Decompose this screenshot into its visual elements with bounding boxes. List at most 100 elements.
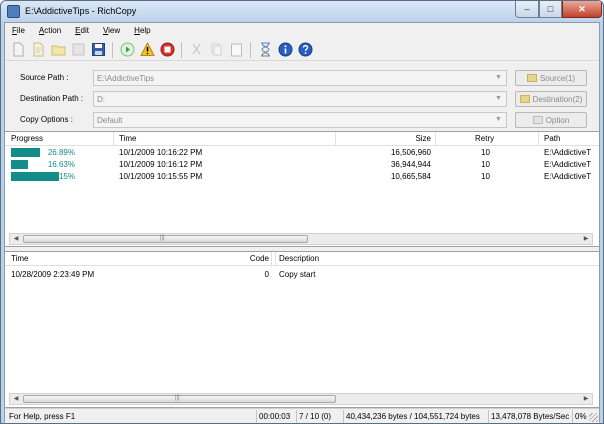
menu-view[interactable]: View xyxy=(96,23,127,39)
row-time: 10/1/2009 10:16:12 PM xyxy=(119,160,203,169)
column-size[interactable]: Size xyxy=(405,134,431,143)
column-retry[interactable]: Retry xyxy=(475,134,494,143)
status-percent: 0% xyxy=(572,410,589,423)
status-bytes: 40,434,236 bytes / 104,551,724 bytes xyxy=(343,410,482,423)
cut-icon[interactable] xyxy=(187,41,205,59)
option-button[interactable]: Option xyxy=(515,112,587,128)
column-time[interactable]: Time xyxy=(11,254,28,263)
toolbar xyxy=(5,39,599,61)
file-list-hscrollbar[interactable]: ◀ ||| ▶ xyxy=(9,233,593,245)
log-list-hscrollbar[interactable]: ◀ ||| ▶ xyxy=(9,393,593,405)
menu-action[interactable]: Action xyxy=(32,23,68,39)
menu-file[interactable]: File xyxy=(5,23,32,39)
folder-icon[interactable] xyxy=(49,41,67,59)
column-divider[interactable] xyxy=(435,132,436,146)
log-list[interactable]: Time Code Description 10/28/2009 2:23:49… xyxy=(5,251,599,408)
column-divider[interactable] xyxy=(113,132,114,146)
copy-options-row: Copy Options : Default ▼ Option xyxy=(5,112,599,129)
column-divider[interactable] xyxy=(538,132,539,146)
column-divider[interactable] xyxy=(271,252,272,266)
paste-icon[interactable] xyxy=(227,41,245,59)
row-time: 10/1/2009 10:15:55 PM xyxy=(119,172,203,181)
log-description: Copy start xyxy=(279,270,316,279)
log-list-header: Time Code Description xyxy=(5,252,599,266)
client-area: File Action Edit View Help Source Path:… xyxy=(4,22,600,423)
status-rate: 13,478,078 Bytes/Sec xyxy=(488,410,571,423)
copy-options-value: Default xyxy=(97,116,123,125)
menu-help[interactable]: Help xyxy=(127,23,157,39)
row-retry: 10 xyxy=(481,148,490,157)
scroll-left-icon[interactable]: ◀ xyxy=(10,394,22,404)
scroll-left-icon[interactable]: ◀ xyxy=(10,234,22,244)
scroll-right-icon[interactable]: ▶ xyxy=(580,394,592,404)
column-code[interactable]: Code xyxy=(245,254,269,263)
log-time: 10/28/2009 2:23:49 PM xyxy=(11,270,95,279)
log-code: 0 xyxy=(264,270,269,279)
file-list-header: Progress Time Size Retry Path xyxy=(5,132,599,146)
source-button[interactable]: Source(1) xyxy=(515,70,587,86)
open-icon[interactable] xyxy=(29,41,47,59)
destination-path-value: D: xyxy=(97,95,105,104)
progress-percent: 49.15% xyxy=(47,172,75,181)
destination-button[interactable]: Destination(2) xyxy=(515,91,587,107)
table-row[interactable]: 16.63% 10/1/2009 10:16:12 PM 36,944,944 … xyxy=(5,159,599,170)
status-help: For Help, press F1 xyxy=(9,412,76,421)
table-row[interactable]: 10/28/2009 2:23:49 PM 0 Copy start xyxy=(5,269,599,280)
table-row[interactable]: 49.15% 10/1/2009 10:15:55 PM 10,665,584 … xyxy=(5,171,599,182)
start-icon[interactable] xyxy=(118,41,136,59)
title-bar[interactable]: E:\AddictiveTips - RichCopy – □ ✕ xyxy=(1,1,603,22)
copy-options-label: Copy Options : xyxy=(20,115,73,124)
column-divider[interactable] xyxy=(335,132,336,146)
folder-icon xyxy=(519,95,530,103)
close-button[interactable]: ✕ xyxy=(562,1,602,18)
column-description[interactable]: Description xyxy=(279,254,319,263)
menu-edit[interactable]: Edit xyxy=(68,23,96,39)
source-path-row: Source Path : E:\AddictiveTips ▼ Source(… xyxy=(5,70,599,87)
row-size: 36,944,944 xyxy=(390,160,431,169)
toolbar-separator xyxy=(181,41,182,58)
source-path-value: E:\AddictiveTips xyxy=(97,74,155,83)
save-disabled-icon[interactable] xyxy=(69,41,87,59)
progress-percent: 26.89% xyxy=(47,148,75,157)
new-icon[interactable] xyxy=(9,41,27,59)
scroll-thumb[interactable] xyxy=(23,235,308,243)
info-icon[interactable] xyxy=(276,41,294,59)
maximize-button[interactable]: □ xyxy=(539,1,562,18)
warning-icon[interactable] xyxy=(138,41,156,59)
progress-percent: 16.63% xyxy=(47,160,75,169)
source-path-combo[interactable]: E:\AddictiveTips ▼ xyxy=(93,70,507,86)
copy-icon[interactable] xyxy=(207,41,225,59)
table-row[interactable]: 26.89% 10/1/2009 10:16:22 PM 16,506,960 … xyxy=(5,147,599,158)
toolbar-separator xyxy=(250,41,251,58)
scroll-right-icon[interactable]: ▶ xyxy=(580,234,592,244)
column-time[interactable]: Time xyxy=(119,134,136,143)
source-path-label: Source Path : xyxy=(20,73,69,82)
row-path: E:\AddictiveT xyxy=(544,148,592,157)
save-icon[interactable] xyxy=(89,41,107,59)
status-files: 7 / 10 (0) xyxy=(296,410,333,423)
file-progress-list[interactable]: Progress Time Size Retry Path 26.89% 10/… xyxy=(5,131,599,247)
minimize-button[interactable]: – xyxy=(515,1,539,18)
destination-path-combo[interactable]: D: ▼ xyxy=(93,91,507,107)
progress-bar: 16.63% xyxy=(11,160,75,169)
resize-grip-icon[interactable] xyxy=(589,413,598,422)
status-elapsed: 00:00:03 xyxy=(256,410,292,423)
chevron-down-icon[interactable]: ▼ xyxy=(493,72,504,84)
copy-options-combo[interactable]: Default ▼ xyxy=(93,112,507,128)
stop-icon[interactable] xyxy=(158,41,176,59)
chevron-down-icon[interactable]: ▼ xyxy=(493,93,504,105)
help-icon[interactable] xyxy=(296,41,314,59)
folder-icon xyxy=(526,74,537,82)
options-icon xyxy=(532,116,543,124)
status-bar: For Help, press F1 00:00:03 7 / 10 (0) 4… xyxy=(5,408,599,423)
scroll-grip-icon: ||| xyxy=(160,235,165,241)
column-divider[interactable] xyxy=(275,252,276,266)
chevron-down-icon[interactable]: ▼ xyxy=(493,114,504,126)
progress-bar: 26.89% xyxy=(11,148,75,157)
column-path[interactable]: Path xyxy=(544,134,560,143)
hourglass-icon[interactable] xyxy=(256,41,274,59)
window-title: E:\AddictiveTips - RichCopy xyxy=(25,6,137,16)
app-icon[interactable] xyxy=(7,5,20,18)
destination-path-row: Destination Path : D: ▼ Destination(2) xyxy=(5,91,599,108)
column-progress[interactable]: Progress xyxy=(11,134,43,143)
